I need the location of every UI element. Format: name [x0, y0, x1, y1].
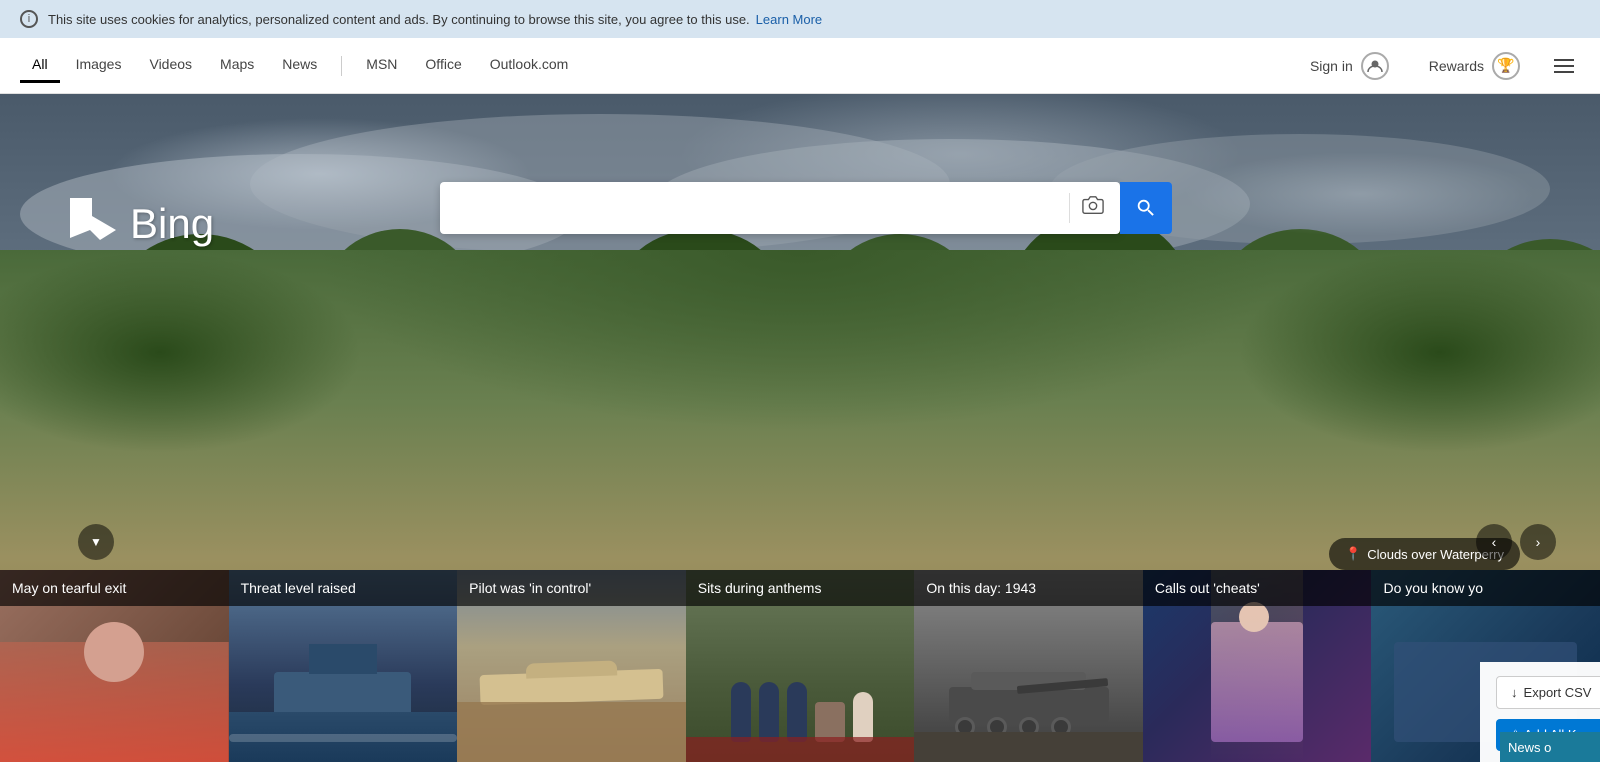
learn-more-link[interactable]: Learn More — [756, 12, 822, 27]
news-card-3-title: Pilot was 'in control' — [457, 570, 686, 606]
hamburger-menu-icon[interactable] — [1548, 53, 1580, 79]
nav-right: Sign in Rewards 🏆 — [1298, 46, 1580, 86]
nav-outlook[interactable]: Outlook.com — [478, 48, 581, 83]
cookie-text: This site uses cookies for analytics, pe… — [48, 12, 750, 27]
export-csv-button[interactable]: ↓ Export CSV — [1496, 676, 1600, 709]
nav-all[interactable]: All — [20, 48, 60, 83]
news-strip: May on tearful exit Threat level raised … — [0, 570, 1600, 762]
news-strip-label: News o — [1508, 740, 1551, 755]
export-csv-label: Export CSV — [1524, 685, 1592, 700]
news-card-1[interactable]: May on tearful exit — [0, 570, 229, 762]
search-button[interactable] — [1120, 182, 1172, 234]
news-card-5[interactable]: On this day: 1943 — [914, 570, 1143, 762]
news-card-4-title: Sits during anthems — [686, 570, 915, 606]
scroll-down-button[interactable]: ▼ — [78, 524, 114, 560]
news-bottom-strip: News o — [1500, 732, 1600, 762]
nav-links: All Images Videos Maps News MSN Office O… — [20, 48, 580, 83]
info-icon: i — [20, 10, 38, 28]
location-pin-icon: 📍 — [1345, 546, 1361, 562]
next-image-button[interactable]: › — [1520, 524, 1556, 560]
cookie-banner: i This site uses cookies for analytics, … — [0, 0, 1600, 38]
search-input[interactable] — [452, 198, 1061, 219]
news-card-7-title: Do you know yo — [1371, 570, 1600, 606]
export-icon: ↓ — [1511, 685, 1518, 700]
nav-images[interactable]: Images — [64, 48, 134, 83]
nav-bar: All Images Videos Maps News MSN Office O… — [0, 38, 1600, 94]
nav-news[interactable]: News — [270, 48, 329, 83]
nav-videos[interactable]: Videos — [137, 48, 204, 83]
news-card-5-title: On this day: 1943 — [914, 570, 1143, 606]
nav-office[interactable]: Office — [413, 48, 473, 83]
chevron-left-icon: ‹ — [1492, 534, 1497, 550]
news-card-4[interactable]: Sits during anthems — [686, 570, 915, 762]
news-card-6-title: Calls out 'cheats' — [1143, 570, 1372, 606]
news-card-2-title: Threat level raised — [229, 570, 458, 606]
chevron-right-icon: › — [1536, 534, 1541, 550]
rewards-trophy-icon: 🏆 — [1492, 52, 1520, 80]
news-card-1-title: May on tearful exit — [0, 570, 229, 606]
user-circle-icon — [1361, 52, 1389, 80]
nav-maps[interactable]: Maps — [208, 48, 266, 83]
chevron-down-icon: ▼ — [90, 535, 102, 549]
rewards-label: Rewards — [1429, 58, 1484, 74]
camera-search-icon[interactable] — [1078, 190, 1108, 226]
rewards-button[interactable]: Rewards 🏆 — [1417, 46, 1532, 86]
sign-in-label: Sign in — [1310, 58, 1353, 74]
nav-msn[interactable]: MSN — [354, 48, 409, 83]
nav-separator — [341, 56, 342, 76]
search-box — [440, 182, 1120, 234]
sign-in-button[interactable]: Sign in — [1298, 46, 1401, 86]
search-container — [0, 94, 1600, 234]
news-card-2[interactable]: Threat level raised — [229, 570, 458, 762]
news-card-6[interactable]: Calls out 'cheats' — [1143, 570, 1372, 762]
news-card-3[interactable]: Pilot was 'in control' — [457, 570, 686, 762]
prev-image-button[interactable]: ‹ — [1476, 524, 1512, 560]
search-divider — [1069, 193, 1070, 223]
